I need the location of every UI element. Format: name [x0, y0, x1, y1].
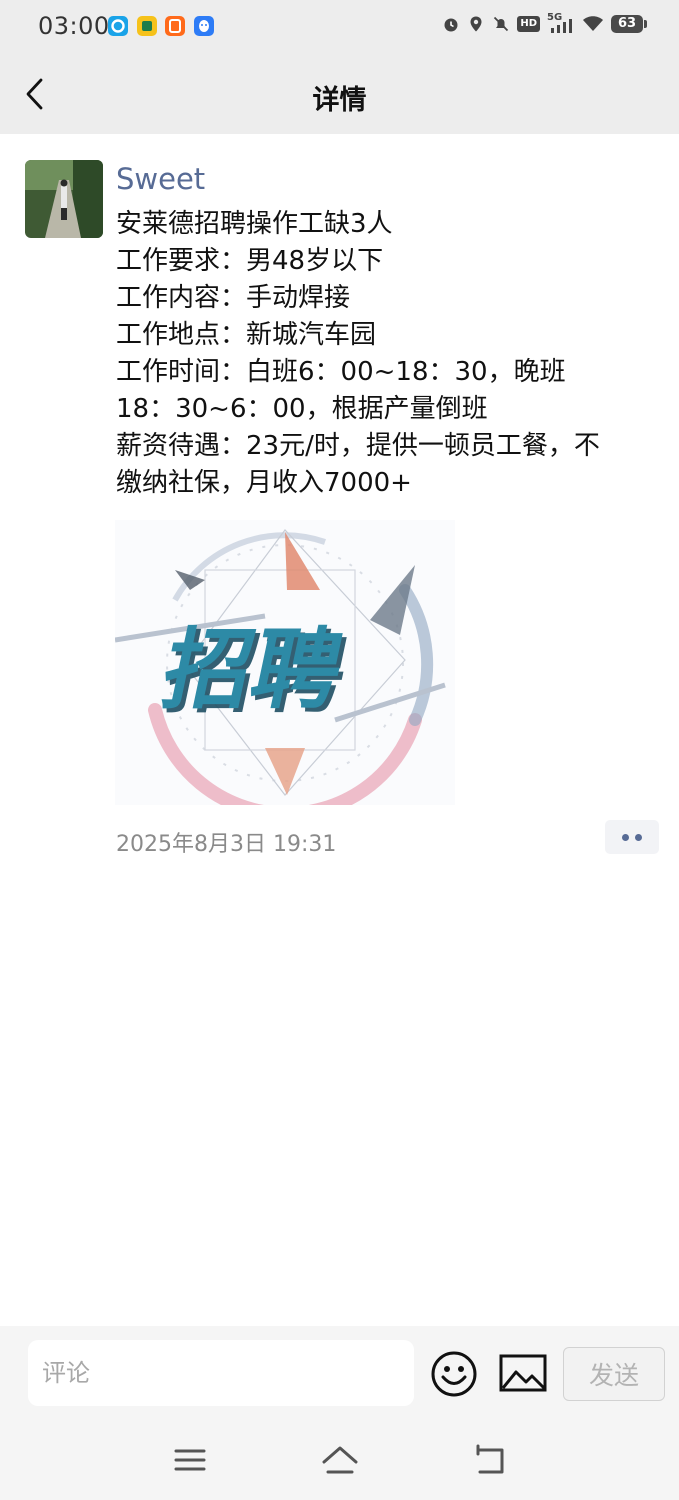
menu-button[interactable] — [170, 1440, 210, 1480]
home-button[interactable] — [320, 1440, 360, 1480]
post-line: 工作要求：男48岁以下 — [116, 246, 384, 276]
emoji-button[interactable] — [430, 1350, 478, 1398]
hd-label: HD — [520, 18, 537, 29]
game-app-icon — [137, 16, 157, 36]
home-icon — [322, 1446, 358, 1474]
post-line: 薪资待遇：23元/时，提供一顿员工餐，不 — [116, 431, 600, 461]
page-title: 详情 — [312, 85, 367, 116]
browser-icon — [108, 16, 128, 36]
post-text: 安莱德招聘操作工缺3人 工作要求：男48岁以下 工作内容：手动焊接 工作地点：新… — [116, 206, 661, 502]
back-nav-button[interactable] — [470, 1440, 510, 1480]
battery-level: 63 — [617, 16, 637, 31]
taobao-icon — [165, 16, 185, 36]
image-button[interactable] — [498, 1352, 548, 1396]
comment-bar: 发送 — [0, 1326, 679, 1424]
post-line: 18：30~6：00，根据产量倒班 — [116, 394, 488, 424]
signal-5g-icon: 5G — [547, 12, 575, 34]
smiley-icon — [431, 1351, 477, 1397]
status-bar: 03:00 HD 5G 63 — [0, 0, 679, 52]
system-nav-bar — [0, 1424, 679, 1500]
post-line: 缴纳社保，月收入7000+ — [116, 468, 412, 498]
status-time: 03:00 — [38, 12, 110, 40]
location-icon — [467, 15, 485, 33]
image-icon — [499, 1354, 547, 1392]
post-line: 工作时间：白班6：00~18：30，晚班 — [116, 357, 566, 387]
post-line: 工作地点：新城汽车园 — [116, 320, 377, 350]
nav-bar: 详情 — [0, 52, 679, 134]
image-title: 招聘 — [154, 618, 352, 721]
post-line: 安莱德招聘操作工缺3人 — [116, 209, 393, 239]
dot-icon — [635, 833, 642, 841]
comment-input[interactable] — [28, 1340, 414, 1406]
more-button[interactable] — [605, 820, 659, 854]
status-icons: HD 5G 63 — [442, 12, 647, 34]
battery-indicator: 63 — [611, 15, 647, 33]
return-icon — [476, 1444, 504, 1474]
dot-icon — [622, 833, 629, 841]
hd-icon: HD — [517, 16, 540, 32]
post-timestamp: 2025年8月3日 19:31 — [116, 832, 337, 857]
avatar[interactable] — [25, 160, 103, 238]
post-image[interactable]: 招聘 招聘 — [115, 520, 455, 805]
alarm-icon — [442, 15, 460, 33]
send-button[interactable]: 发送 — [563, 1347, 665, 1401]
author-name[interactable]: Sweet — [116, 162, 205, 196]
mute-icon — [492, 15, 510, 33]
qq-icon — [194, 16, 214, 36]
menu-icon — [174, 1449, 206, 1471]
post-line: 工作内容：手动焊接 — [116, 283, 351, 313]
wifi-icon — [582, 15, 604, 33]
